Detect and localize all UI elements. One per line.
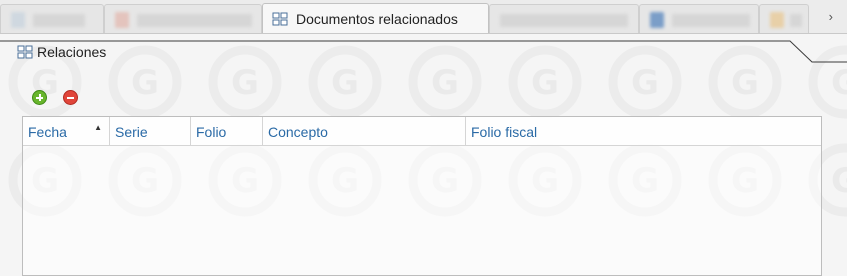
tab-bar: Documentos relacionados ›	[0, 0, 847, 34]
related-documents-icon	[272, 12, 288, 26]
tab-label: Documentos relacionados	[296, 11, 458, 27]
document-icon	[770, 12, 784, 28]
document-icon	[650, 12, 664, 28]
panel-title: Relaciones	[17, 44, 106, 60]
remove-icon[interactable]	[63, 90, 78, 105]
column-header-concepto[interactable]: Concepto	[263, 117, 466, 145]
document-icon	[115, 12, 129, 28]
tab-documentos-relacionados[interactable]: Documentos relacionados	[262, 3, 489, 33]
add-icon[interactable]	[32, 90, 47, 105]
table-body	[23, 146, 821, 275]
tab-blurred-3[interactable]	[489, 4, 639, 33]
sort-ascending-icon: ▲	[94, 123, 102, 132]
chevron-right-icon[interactable]: ›	[829, 9, 833, 24]
table-header: Fecha ▲ Serie Folio Concepto Folio fisca…	[23, 117, 821, 146]
column-header-fecha[interactable]: Fecha ▲	[23, 117, 110, 145]
relations-table[interactable]: Fecha ▲ Serie Folio Concepto Folio fisca…	[22, 116, 822, 276]
column-header-serie[interactable]: Serie	[110, 117, 191, 145]
panel-header-outline	[0, 40, 847, 63]
column-header-folio-fiscal[interactable]: Folio fiscal	[466, 117, 821, 145]
tab-blurred-5[interactable]	[759, 4, 809, 33]
column-header-folio[interactable]: Folio	[191, 117, 263, 145]
panel-title-label: Relaciones	[37, 44, 107, 60]
related-documents-icon	[17, 45, 33, 59]
tab-blurred-4[interactable]	[639, 4, 759, 33]
document-icon	[11, 12, 25, 28]
tab-blurred-1[interactable]	[0, 4, 104, 33]
tab-blurred-2[interactable]	[104, 4, 262, 33]
